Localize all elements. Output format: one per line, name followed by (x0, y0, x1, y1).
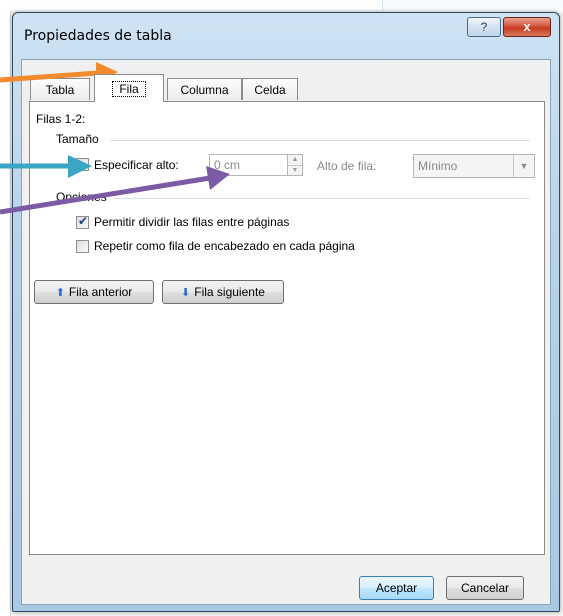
tab-celda[interactable]: Celda (242, 78, 298, 100)
down-arrow-icon: ⬇ (181, 287, 191, 299)
repeat-header-label[interactable]: Repetir como fila de encabezado en cada … (94, 239, 355, 253)
repeat-header-checkbox[interactable] (76, 240, 89, 253)
specify-height-checkbox[interactable] (76, 158, 89, 171)
background-panel-edge (382, 0, 563, 12)
dialog-title: Propiedades de tabla (24, 28, 172, 44)
tab-columna[interactable]: Columna (167, 78, 242, 100)
previous-row-button[interactable]: ⬆ Fila anterior (34, 280, 154, 304)
cancel-button[interactable]: Cancelar (446, 576, 524, 600)
row-height-mode-select[interactable]: Mínimo ▼ (413, 154, 535, 178)
vertical-ruler (0, 0, 11, 616)
next-row-label: Fila siguiente (194, 285, 265, 299)
tab-tabla-label: Tabla (45, 83, 75, 97)
specify-height-label[interactable]: Especificar alto: (94, 158, 179, 172)
spin-down-icon[interactable]: ▼ (288, 166, 302, 176)
row-height-spinner[interactable]: ▲ ▼ (287, 154, 303, 176)
allow-row-break-checkbox[interactable] (76, 214, 89, 229)
tab-fila[interactable]: Fila (94, 74, 164, 102)
allow-row-break-label[interactable]: Permitir dividir las filas entre páginas (94, 215, 289, 229)
size-group-label: Tamaño (56, 132, 99, 146)
tab-columna-label: Columna (180, 83, 229, 97)
tab-celda-label: Celda (254, 83, 286, 97)
spin-up-icon[interactable]: ▲ (288, 155, 302, 166)
row-height-mode-value: Mínimo (418, 159, 458, 173)
up-arrow-icon: ⬆ (55, 287, 65, 299)
close-button[interactable]: x (503, 17, 551, 37)
previous-row-label: Fila anterior (68, 285, 133, 299)
next-row-button[interactable]: ⬇ Fila siguiente (162, 280, 284, 304)
dialog-client-area: Tabla Fila Columna Celda Filas 1-2: Tama… (21, 59, 551, 605)
tab-fila-label: Fila (112, 81, 146, 97)
rows-range-label: Filas 1-2: (36, 112, 86, 126)
options-group-label: Opciones (56, 190, 107, 204)
tab-tabla[interactable]: Tabla (30, 78, 90, 100)
ok-button[interactable]: Aceptar (359, 576, 434, 600)
table-properties-dialog: Propiedades de tabla ? x Tabla Fila Colu… (12, 12, 560, 612)
row-height-mode-label: Alto de fila: (317, 159, 377, 173)
size-group-divider (110, 140, 530, 141)
chevron-down-icon[interactable]: ▼ (513, 155, 534, 177)
help-button[interactable]: ? (467, 17, 501, 37)
options-group-divider (114, 198, 530, 199)
fila-tab-panel: Filas 1-2: Tamaño Especificar alto: 0 cm… (29, 101, 545, 555)
